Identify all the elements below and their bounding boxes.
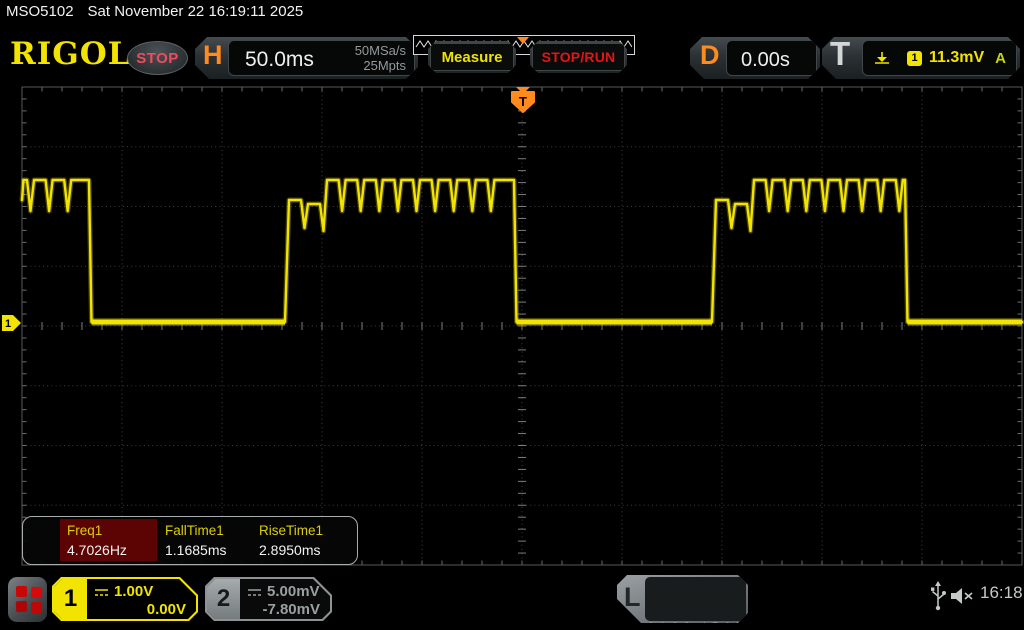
system-datetime: Sat November 22 16:19:11 2025 bbox=[88, 3, 304, 20]
memory-trigger-position-marker bbox=[517, 37, 529, 44]
statusbar: MSO5102 Sat November 22 16:19:11 2025 bbox=[6, 3, 303, 27]
logic-channels-block[interactable]: L 0 1 2 3 4 5 6 7 8 9 1011 12131415 bbox=[617, 575, 748, 623]
logic-channel-numbers: 0 1 2 3 4 5 6 7 8 9 1011 12131415 bbox=[645, 577, 746, 621]
delay-label: D bbox=[700, 40, 720, 71]
usb-icon bbox=[930, 581, 946, 611]
horizontal-label: H bbox=[203, 40, 223, 71]
measurement-freq1[interactable]: Freq1 4.7026Hz bbox=[67, 523, 159, 558]
sample-rate: 50MSa/s bbox=[355, 43, 406, 58]
channel1-status-block[interactable]: 1 1.00V 0.00V bbox=[52, 577, 198, 621]
delay-value: 0.00s bbox=[741, 49, 790, 72]
svg-text:T: T bbox=[519, 94, 527, 109]
header-bar: RIGOL STOP H 50.0ms 50MSa/s 25Mpts Measu… bbox=[0, 30, 1024, 84]
trigger-settings-box[interactable]: T 1 11.3mV A bbox=[822, 37, 1020, 79]
stop-run-button-label: STOP/RUN bbox=[532, 43, 625, 71]
measurement-value: 4.7026Hz bbox=[67, 542, 159, 558]
bottom-bar: 1 1.00V 0.00V 2 bbox=[0, 570, 1024, 630]
speaker-muted-icon bbox=[950, 585, 976, 607]
app-menu-icon[interactable] bbox=[8, 577, 47, 622]
falling-edge-icon bbox=[873, 50, 891, 66]
channel1-offset: 0.00V bbox=[147, 601, 186, 618]
rigol-logo: RIGOL bbox=[10, 36, 131, 72]
trigger-sweep-mode: A bbox=[995, 50, 1006, 67]
trigger-label: T bbox=[830, 35, 850, 73]
measurement-results-box: Freq1 4.7026Hz FallTime1 1.1685ms RiseTi… bbox=[22, 516, 358, 565]
svg-text:1: 1 bbox=[5, 318, 11, 330]
logic-row1: 0 1 2 3 4 5 6 7 bbox=[645, 618, 746, 630]
measurement-value: 1.1685ms bbox=[165, 542, 257, 558]
channel1-position-marker[interactable]: 1 bbox=[2, 315, 21, 331]
measurement-falltime1[interactable]: FallTime1 1.1685ms bbox=[165, 523, 257, 558]
oscilloscope-screen: MSO5102 Sat November 22 16:19:11 2025 T 1 … bbox=[0, 0, 1024, 630]
model-name: MSO5102 bbox=[6, 3, 74, 20]
horizontal-settings-box[interactable]: H 50.0ms 50MSa/s 25Mpts bbox=[195, 37, 418, 79]
memory-depth: 25Mpts bbox=[355, 58, 406, 73]
dc-coupling-icon bbox=[94, 587, 109, 597]
logic-label: L bbox=[624, 582, 641, 613]
run-state-indicator: STOP bbox=[127, 41, 188, 75]
trigger-source-badge: 1 bbox=[907, 51, 922, 66]
measure-button-label: Measure bbox=[430, 43, 514, 71]
channel2-number: 2 bbox=[207, 579, 240, 619]
measurement-value: 2.8950ms bbox=[259, 542, 351, 558]
delay-settings-box[interactable]: D 0.00s bbox=[690, 37, 820, 79]
channel2-offset: -7.80mV bbox=[262, 601, 320, 618]
measurement-label: Freq1 bbox=[67, 523, 159, 538]
clock: 16:18 bbox=[980, 583, 1023, 603]
channel1-scale: 1.00V bbox=[114, 583, 153, 600]
trigger-position-marker[interactable]: T bbox=[512, 87, 534, 112]
channel1-number: 1 bbox=[54, 579, 87, 619]
measurement-label: RiseTime1 bbox=[259, 523, 351, 538]
measurement-label: FallTime1 bbox=[165, 523, 257, 538]
measure-button[interactable]: Measure bbox=[428, 41, 516, 73]
dc-coupling-icon bbox=[247, 587, 262, 597]
measurement-risetime1[interactable]: RiseTime1 2.8950ms bbox=[259, 523, 351, 558]
timebase-value: 50.0ms bbox=[245, 48, 314, 72]
channel2-status-block[interactable]: 2 5.00mV -7.80mV bbox=[205, 577, 332, 621]
trigger-level-value: 11.3mV bbox=[929, 49, 984, 67]
acquisition-rates: 50MSa/s 25Mpts bbox=[355, 43, 406, 73]
stop-run-button[interactable]: STOP/RUN bbox=[530, 41, 627, 73]
channel2-scale: 5.00mV bbox=[267, 583, 320, 600]
